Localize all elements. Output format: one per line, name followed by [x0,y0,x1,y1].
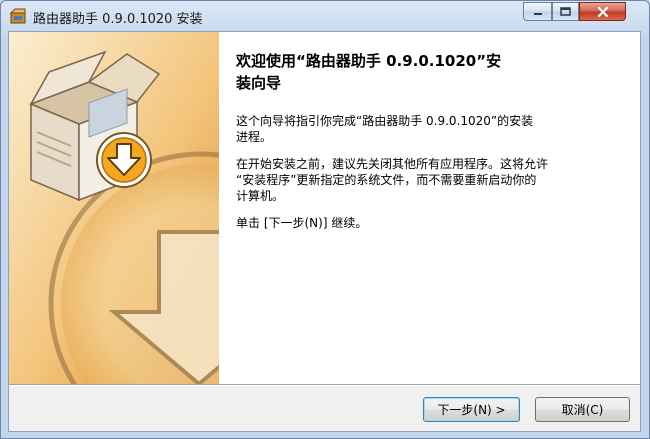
welcome-heading: 欢迎使用“路由器助手 0.9.0.1020”安 装向导 [236,50,616,94]
minimize-button[interactable] [523,2,552,21]
close-button[interactable] [579,2,626,21]
divider-highlight [9,385,640,386]
text-line: 这个向导将指引你完成“路由器助手 0.9.0.1020”的安装 [236,114,534,128]
maximize-button[interactable] [552,2,579,21]
title-bar[interactable]: 路由器助手 0.9.0.1020 安装 [1,1,649,31]
intro-paragraph: 这个向导将指引你完成“路由器助手 0.9.0.1020”的安装 进程。 [236,113,631,145]
minimize-icon [533,12,542,15]
cancel-button[interactable]: 取消(C) [535,397,630,422]
text-line: 计算机。 [236,189,285,203]
next-button[interactable]: 下一步(N) > [423,397,520,422]
advice-paragraph: 在开始安装之前，建议先关闭其他所有应用程序。这将允许 “安装程序”更新指定的系统… [236,156,631,204]
close-icon [597,6,608,17]
text-line: 进程。 [236,130,273,144]
wizard-side-image [9,32,219,384]
window-title: 路由器助手 0.9.0.1020 安装 [33,12,203,27]
installer-app-icon [9,8,26,24]
text-line: “安装程序”更新指定的系统文件，而不需要重新启动你的 [236,173,537,187]
wizard-body: 欢迎使用“路由器助手 0.9.0.1020”安 装向导 这个向导将指引你完成“路… [8,31,641,432]
maximize-icon [560,7,571,16]
continue-instruction: 单击 [下一步(N)] 继续。 [236,216,368,230]
welcome-content: 欢迎使用“路由器助手 0.9.0.1020”安 装向导 这个向导将指引你完成“路… [219,32,640,384]
installer-graphic [9,32,219,384]
welcome-heading-line: 欢迎使用“路由器助手 0.9.0.1020”安 [236,52,502,70]
installer-window: 路由器助手 0.9.0.1020 安装 欢迎使用“路由器助手 0.9.0.102… [0,0,650,439]
download-arrow-icon [96,132,152,188]
text-line: 在开始安装之前，建议先关闭其他所有应用程序。这将允许 [236,157,549,171]
welcome-heading-line: 装向导 [236,74,282,92]
